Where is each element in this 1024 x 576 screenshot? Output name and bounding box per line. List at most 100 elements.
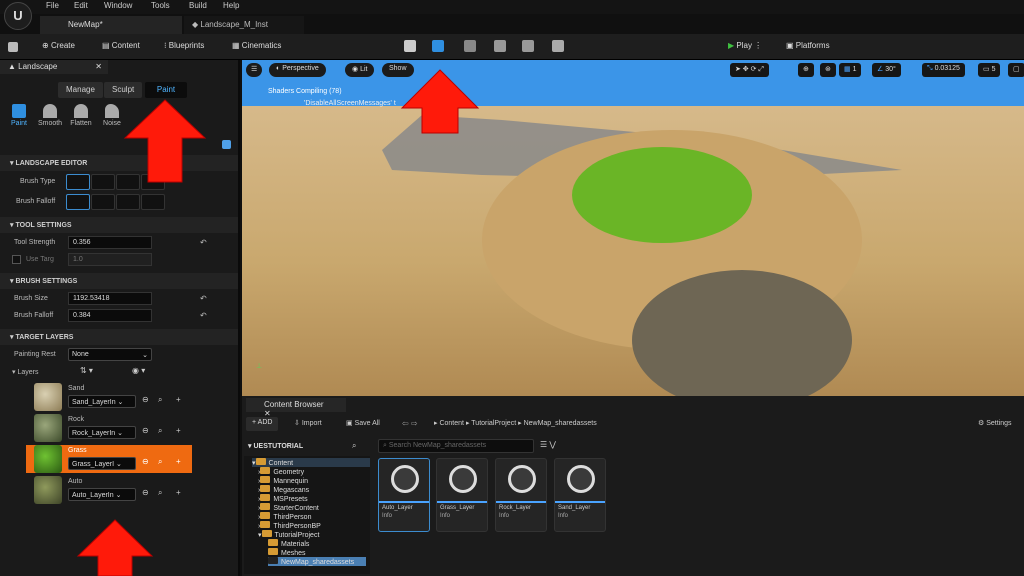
menu-build[interactable]: Build bbox=[189, 1, 207, 10]
add-icon[interactable]: + bbox=[176, 395, 181, 404]
search-icon[interactable]: ⌕ bbox=[158, 395, 162, 405]
add-icon[interactable]: + bbox=[176, 488, 181, 497]
use-selected-icon[interactable]: ⊖ bbox=[142, 457, 149, 466]
brush-falloff-input[interactable]: 0.384 bbox=[68, 309, 152, 322]
tool-settings-section[interactable]: ▾ TOOL SETTINGS bbox=[0, 217, 238, 233]
painting-restriction-dropdown[interactable]: None ⌄ bbox=[68, 348, 152, 361]
reset-icon[interactable]: ↶ bbox=[200, 294, 207, 303]
import-button[interactable]: ⇩ Import bbox=[294, 419, 322, 427]
asset-tile[interactable]: Grass_Layer Info bbox=[436, 458, 488, 532]
folder-mannequin[interactable]: › Mannequin bbox=[258, 476, 308, 485]
asset-search-input[interactable]: ⌕ Search NewMap_sharedassets bbox=[378, 439, 534, 453]
landscape-panel-tab[interactable]: ▲ Landscape ✕ bbox=[0, 60, 108, 74]
layer-info-dropdown[interactable]: Rock_LayerIn ⌄ bbox=[68, 426, 136, 439]
falloff-spherical-button[interactable] bbox=[116, 194, 140, 210]
asset-tile[interactable]: Rock_Layer Info bbox=[495, 458, 547, 532]
search-icon[interactable]: ⌕ bbox=[352, 441, 356, 451]
lit-button[interactable]: ◉ Lit bbox=[345, 63, 375, 77]
asset-tile[interactable]: Auto_Layer Info bbox=[378, 458, 430, 532]
layer-sand[interactable]: Sand Sand_LayerIn ⌄ ⊖ ⌕ + bbox=[26, 383, 192, 411]
create-button[interactable]: ⊕ Create bbox=[42, 41, 75, 50]
menu-tools[interactable]: Tools bbox=[151, 1, 170, 10]
folder-meshes[interactable]: Meshes bbox=[268, 548, 306, 557]
camera-speed-button[interactable]: ▭ 5 bbox=[978, 63, 1001, 77]
mode-sculpt-button[interactable]: Sculpt bbox=[104, 82, 143, 98]
info-icon[interactable] bbox=[222, 140, 231, 149]
add-icon[interactable]: + bbox=[176, 457, 181, 466]
tool-paint[interactable]: Paint bbox=[4, 104, 34, 127]
project-folder-heading[interactable]: ▾ UESTUTORIAL bbox=[248, 442, 303, 450]
viewport-menu-button[interactable]: ☰ bbox=[246, 63, 263, 77]
reset-icon[interactable]: ↶ bbox=[200, 238, 207, 247]
unreal-logo-icon[interactable]: U bbox=[4, 2, 32, 30]
world-local-icon[interactable]: ⊕ bbox=[798, 63, 814, 77]
sort-icon[interactable]: ⇅ ▾ bbox=[80, 366, 93, 375]
falloff-smooth-button[interactable] bbox=[66, 194, 90, 210]
close-icon[interactable]: ✕ bbox=[95, 62, 102, 71]
breadcrumb-item[interactable]: TutorialProject bbox=[471, 420, 516, 427]
brush-type-circle-button[interactable] bbox=[66, 174, 90, 190]
target-layers-section[interactable]: ▾ TARGET LAYERS bbox=[0, 329, 238, 345]
folder-megascans[interactable]: › Megascans bbox=[258, 485, 309, 494]
use-selected-icon[interactable]: ⊖ bbox=[142, 426, 149, 435]
tool-noise[interactable]: Noise bbox=[97, 104, 127, 127]
landscape-mode-icon[interactable] bbox=[432, 40, 444, 52]
folder-thirdpersonbp[interactable]: › ThirdPersonBP bbox=[258, 521, 321, 530]
reset-icon[interactable]: ↶ bbox=[200, 311, 207, 320]
history-arrows[interactable]: ⇦ ⇨ bbox=[402, 419, 418, 428]
blueprints-button[interactable]: ⁝ Blueprints bbox=[164, 41, 204, 50]
geometry-mode-icon[interactable] bbox=[552, 40, 564, 52]
show-button[interactable]: Show bbox=[382, 63, 414, 77]
brush-settings-section[interactable]: ▾ BRUSH SETTINGS bbox=[0, 273, 238, 289]
scale-snap-button[interactable]: ⤡ 0.03125 bbox=[922, 63, 965, 77]
menu-help[interactable]: Help bbox=[223, 1, 239, 10]
grid-snap-button[interactable]: ▦ 1 bbox=[839, 63, 862, 77]
filter-icon[interactable]: ☰ ⋁ bbox=[540, 440, 556, 449]
folder-thirdperson[interactable]: › ThirdPerson bbox=[258, 512, 311, 521]
foliage-mode-icon[interactable] bbox=[464, 40, 476, 52]
use-target-checkbox[interactable] bbox=[12, 255, 21, 264]
surface-snap-icon[interactable]: ⊛ bbox=[820, 63, 836, 77]
layer-info-dropdown[interactable]: Grass_LayerI ⌄ bbox=[68, 457, 136, 470]
folder-startercontent[interactable]: › StarterContent bbox=[258, 503, 319, 512]
brush-type-pattern-button[interactable] bbox=[116, 174, 140, 190]
perspective-button[interactable]: ◐ Perspective bbox=[269, 63, 326, 77]
folder-mspresets[interactable]: › MSPresets bbox=[258, 494, 308, 503]
brush-type-component-button[interactable] bbox=[141, 174, 165, 190]
mesh-paint-mode-icon[interactable] bbox=[494, 40, 506, 52]
folder-content[interactable]: ▾ Content bbox=[252, 458, 370, 467]
folder-materials[interactable]: Materials bbox=[268, 539, 309, 548]
folder-newmap-sharedassets[interactable]: NewMap_sharedassets bbox=[268, 557, 366, 566]
brush-type-alpha-button[interactable] bbox=[91, 174, 115, 190]
add-icon[interactable]: + bbox=[176, 426, 181, 435]
landscape-editor-section[interactable]: ▾ LANDSCAPE EDITOR bbox=[0, 155, 238, 171]
maximize-icon[interactable]: ▢ bbox=[1008, 63, 1024, 77]
platforms-button[interactable]: ▣ Platforms bbox=[786, 41, 830, 50]
use-selected-icon[interactable]: ⊖ bbox=[142, 488, 149, 497]
mode-paint-button[interactable]: Paint bbox=[145, 82, 187, 98]
menu-file[interactable]: File bbox=[46, 1, 59, 10]
folder-geometry[interactable]: › Geometry bbox=[258, 467, 304, 476]
layer-info-dropdown[interactable]: Auto_LayerIn ⌄ bbox=[68, 488, 136, 501]
brush-size-input[interactable]: 1192.53418 bbox=[68, 292, 152, 305]
search-icon[interactable]: ⌕ bbox=[158, 457, 162, 467]
folder-tutorialproject[interactable]: ▾ TutorialProject bbox=[258, 530, 319, 539]
layer-grass[interactable]: Grass Grass_LayerI ⌄ ⊖ ⌕ + bbox=[26, 445, 192, 473]
use-target-input[interactable]: 1.0 bbox=[68, 253, 152, 266]
play-button[interactable]: ▶ Play ⋮ bbox=[728, 41, 762, 50]
save-all-button[interactable]: ▣ Save All bbox=[346, 419, 380, 427]
tab-newmap[interactable]: NewMap* bbox=[40, 16, 182, 34]
tab-landscape-material[interactable]: ◆ Landscape_M_Inst bbox=[184, 16, 304, 34]
tool-strength-input[interactable]: 0.356 bbox=[68, 236, 152, 249]
falloff-tip-button[interactable] bbox=[141, 194, 165, 210]
content-browser-tab[interactable]: Content Browser ✕ bbox=[246, 398, 346, 418]
level-viewport[interactable]: ☰ ◐ Perspective ◉ Lit Show Shaders Compi… bbox=[242, 60, 1024, 396]
select-mode-icon[interactable] bbox=[404, 40, 416, 52]
layer-info-dropdown[interactable]: Sand_LayerIn ⌄ bbox=[68, 395, 136, 408]
add-button[interactable]: + ADD bbox=[246, 417, 279, 431]
fracture-mode-icon[interactable] bbox=[522, 40, 534, 52]
tool-flatten[interactable]: Flatten bbox=[66, 104, 96, 127]
falloff-linear-button[interactable] bbox=[91, 194, 115, 210]
menu-window[interactable]: Window bbox=[104, 1, 132, 10]
tool-smooth[interactable]: Smooth bbox=[35, 104, 65, 127]
